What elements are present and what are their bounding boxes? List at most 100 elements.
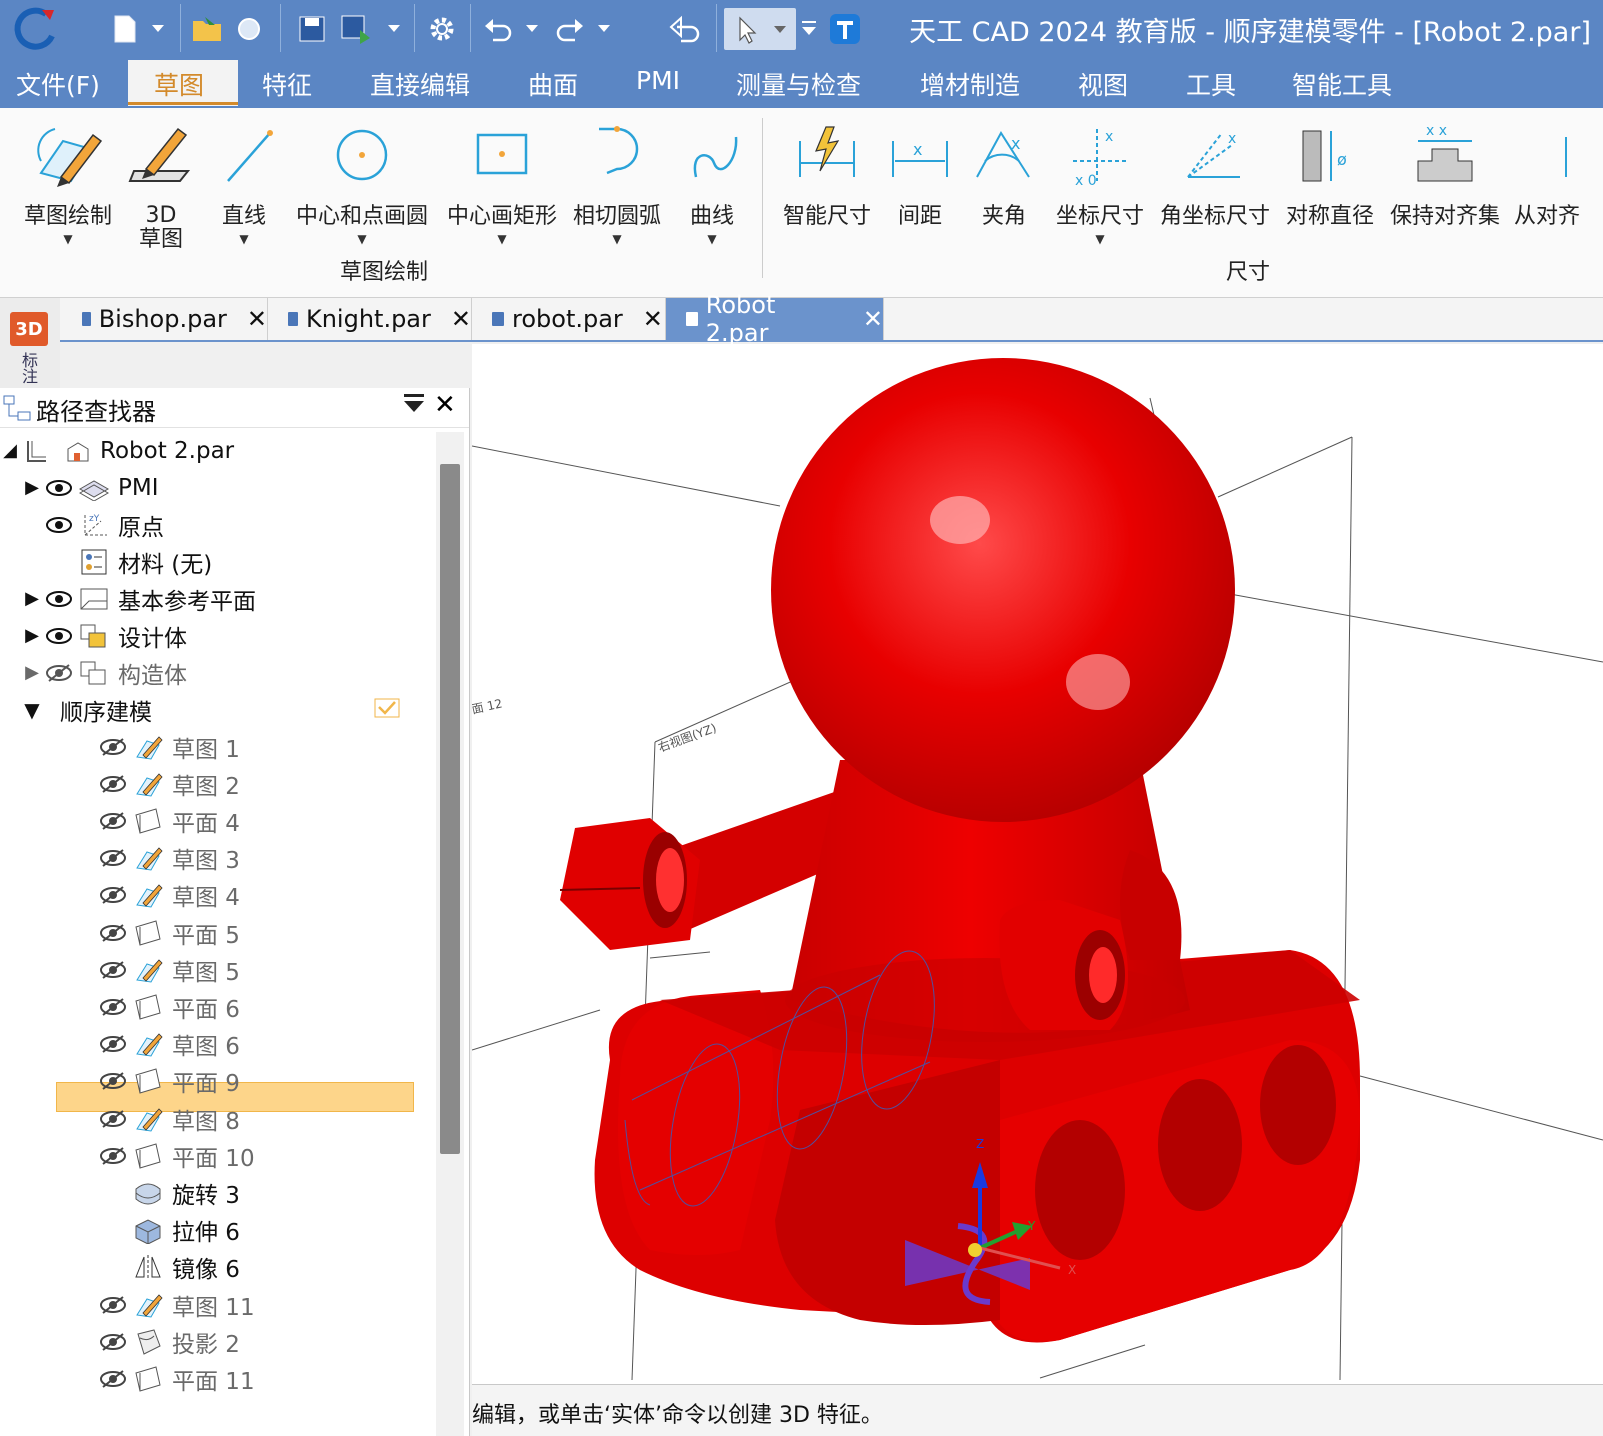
angular-coordinate-button[interactable]: x 角坐标尺寸 — [1156, 116, 1274, 230]
open-folder-icon[interactable] — [188, 8, 228, 50]
pmi-3d-badge-icon[interactable]: 3D — [10, 312, 48, 346]
new-dropdown-icon[interactable] — [148, 8, 168, 50]
robot-model-graphic[interactable]: 面 12 右视图(YZ) Z Y X — [472, 344, 1603, 1384]
from-align-button[interactable]: 从对齐 — [1512, 116, 1602, 230]
menu-surface[interactable]: 曲面 — [528, 66, 578, 102]
curve-button[interactable]: 曲线 ▼ — [680, 116, 744, 246]
app-logo-icon[interactable] — [10, 7, 60, 50]
collapse-arrow-icon[interactable]: ▼ — [22, 698, 42, 722]
tab-robot[interactable]: robot.par ✕ — [472, 298, 666, 340]
quick-access-customize-icon[interactable] — [798, 8, 820, 50]
hidden-eye-icon[interactable] — [96, 1146, 130, 1166]
tangent-arc-button[interactable]: 相切圆弧 ▼ — [570, 116, 664, 246]
tree-node-sequential-modeling[interactable]: ▼ 顺序建模 — [22, 691, 152, 728]
feature-row[interactable]: 旋转 3 — [96, 1174, 240, 1211]
menu-direct-edit[interactable]: 直接编辑 — [370, 66, 470, 102]
menu-view[interactable]: 视图 — [1078, 66, 1128, 102]
hidden-eye-icon[interactable] — [96, 1332, 130, 1352]
feature-row[interactable]: 平面 10 — [96, 1137, 255, 1174]
visible-eye-icon[interactable] — [42, 479, 76, 497]
settings-gear-icon[interactable] — [422, 8, 462, 50]
save-icon[interactable] — [294, 8, 330, 50]
feature-row[interactable]: 投影 2 — [96, 1323, 240, 1360]
hidden-eye-icon[interactable] — [96, 923, 130, 943]
hidden-eye-icon[interactable] — [96, 1071, 130, 1091]
feature-row[interactable]: 平面 4 — [96, 802, 240, 839]
feature-row[interactable]: 平面 5 — [96, 914, 240, 951]
tree-node-design-body[interactable]: ▶ 设计体 — [22, 617, 187, 654]
feature-row[interactable]: 平面 9 — [96, 1063, 240, 1100]
side-strip-label[interactable]: 标注 — [16, 352, 40, 384]
tab-knight[interactable]: Knight.par ✕ — [268, 298, 472, 340]
hidden-eye-icon[interactable] — [96, 1034, 130, 1054]
menu-smart-tools[interactable]: 智能工具 — [1292, 66, 1392, 102]
save-dropdown-icon[interactable] — [384, 8, 404, 50]
sketch-3d-button[interactable]: 3D 草图 — [124, 116, 198, 252]
keep-aligned-set-button[interactable]: x x 保持对齐集 — [1386, 116, 1504, 230]
globe-icon[interactable] — [232, 8, 266, 50]
menu-measure-inspect[interactable]: 测量与检查 — [736, 66, 861, 102]
hidden-eye-icon[interactable] — [96, 1369, 130, 1389]
feature-row[interactable]: 镜像 6 — [96, 1249, 240, 1286]
feature-row[interactable]: 拉伸 6 — [96, 1212, 240, 1249]
sketch-draw-button[interactable]: 草图绘制 ▼ — [20, 116, 116, 246]
hidden-eye-icon[interactable] — [96, 811, 130, 831]
menu-sketch[interactable]: 草图 — [154, 66, 204, 102]
3d-viewport[interactable]: 面 12 右视图(YZ) Z Y X — [472, 344, 1603, 1384]
tab-close-icon[interactable]: ✕ — [247, 305, 267, 333]
hidden-eye-icon[interactable] — [96, 1295, 130, 1315]
undo-icon[interactable] — [478, 8, 518, 50]
hidden-eye-icon[interactable] — [96, 960, 130, 980]
feature-row[interactable]: 草图 6 — [96, 1026, 240, 1063]
line-button[interactable]: 直线 ▼ — [212, 116, 276, 246]
visible-eye-icon[interactable] — [42, 627, 76, 645]
collapse-arrow-icon[interactable]: ◢ — [0, 440, 20, 461]
select-tool-icon[interactable] — [724, 8, 796, 50]
tab-robot-2[interactable]: Robot 2.par ✕ — [666, 291, 884, 347]
back-icon[interactable] — [664, 8, 708, 50]
hidden-eye-icon[interactable] — [96, 997, 130, 1017]
menu-pmi[interactable]: PMI — [636, 66, 680, 95]
expand-arrow-icon[interactable]: ▶ — [22, 625, 42, 646]
hidden-eye-icon[interactable] — [96, 848, 130, 868]
expand-arrow-icon[interactable]: ▶ — [22, 588, 42, 609]
sequential-modeling-check-icon[interactable] — [374, 698, 400, 722]
menu-tools[interactable]: 工具 — [1186, 66, 1236, 102]
undo-dropdown-icon[interactable] — [522, 8, 542, 50]
coordinate-dimension-button[interactable]: xx 0 坐标尺寸 ▼ — [1052, 116, 1148, 246]
feature-row[interactable]: 草图 4 — [96, 877, 240, 914]
expand-arrow-icon[interactable]: ▶ — [22, 662, 42, 683]
tab-bishop[interactable]: Bishop.par ✕ — [62, 298, 268, 340]
menu-additive[interactable]: 增材制造 — [920, 66, 1020, 102]
tree-node-pmi[interactable]: ▶ PMI — [22, 469, 159, 506]
redo-icon[interactable] — [550, 8, 590, 50]
feature-row[interactable]: 草图 5 — [96, 951, 240, 988]
feature-row[interactable]: 草图 1 — [96, 728, 240, 765]
expand-arrow-icon[interactable]: ▶ — [22, 477, 42, 498]
save-as-icon[interactable] — [336, 8, 376, 50]
menu-features[interactable]: 特征 — [262, 66, 312, 102]
circle-center-point-button[interactable]: 中心和点画圆 ▼ — [292, 116, 432, 246]
tree-node-base-planes[interactable]: ▶ 基本参考平面 — [22, 580, 256, 617]
feature-row[interactable]: 草图 8 — [96, 1100, 240, 1137]
hidden-eye-icon[interactable] — [96, 737, 130, 757]
hidden-eye-icon[interactable] — [96, 774, 130, 794]
pathfinder-scrollbar-thumb[interactable] — [440, 464, 460, 1154]
smart-dimension-button[interactable]: 智能尺寸 — [778, 116, 876, 230]
feature-row[interactable]: 草图 3 — [96, 840, 240, 877]
feature-row[interactable]: 草图 11 — [96, 1286, 255, 1323]
menu-file[interactable]: 文件(F) — [16, 66, 100, 102]
tab-close-icon[interactable]: ✕ — [451, 305, 471, 333]
text-t-icon[interactable] — [826, 8, 864, 50]
tree-root-row[interactable]: ◢ Robot 2.par — [0, 432, 234, 469]
new-file-icon[interactable] — [108, 8, 142, 50]
hidden-eye-icon[interactable] — [96, 885, 130, 905]
visible-eye-icon[interactable] — [42, 590, 76, 608]
symmetric-diameter-button[interactable]: ø 对称直径 — [1282, 116, 1378, 230]
hidden-eye-icon[interactable] — [42, 663, 76, 683]
redo-dropdown-icon[interactable] — [594, 8, 614, 50]
feature-row[interactable]: 平面 6 — [96, 988, 240, 1025]
tree-node-origin[interactable]: zY 原点 — [22, 506, 164, 543]
rectangle-center-button[interactable]: 中心画矩形 ▼ — [444, 116, 560, 246]
visible-eye-icon[interactable] — [42, 516, 76, 534]
